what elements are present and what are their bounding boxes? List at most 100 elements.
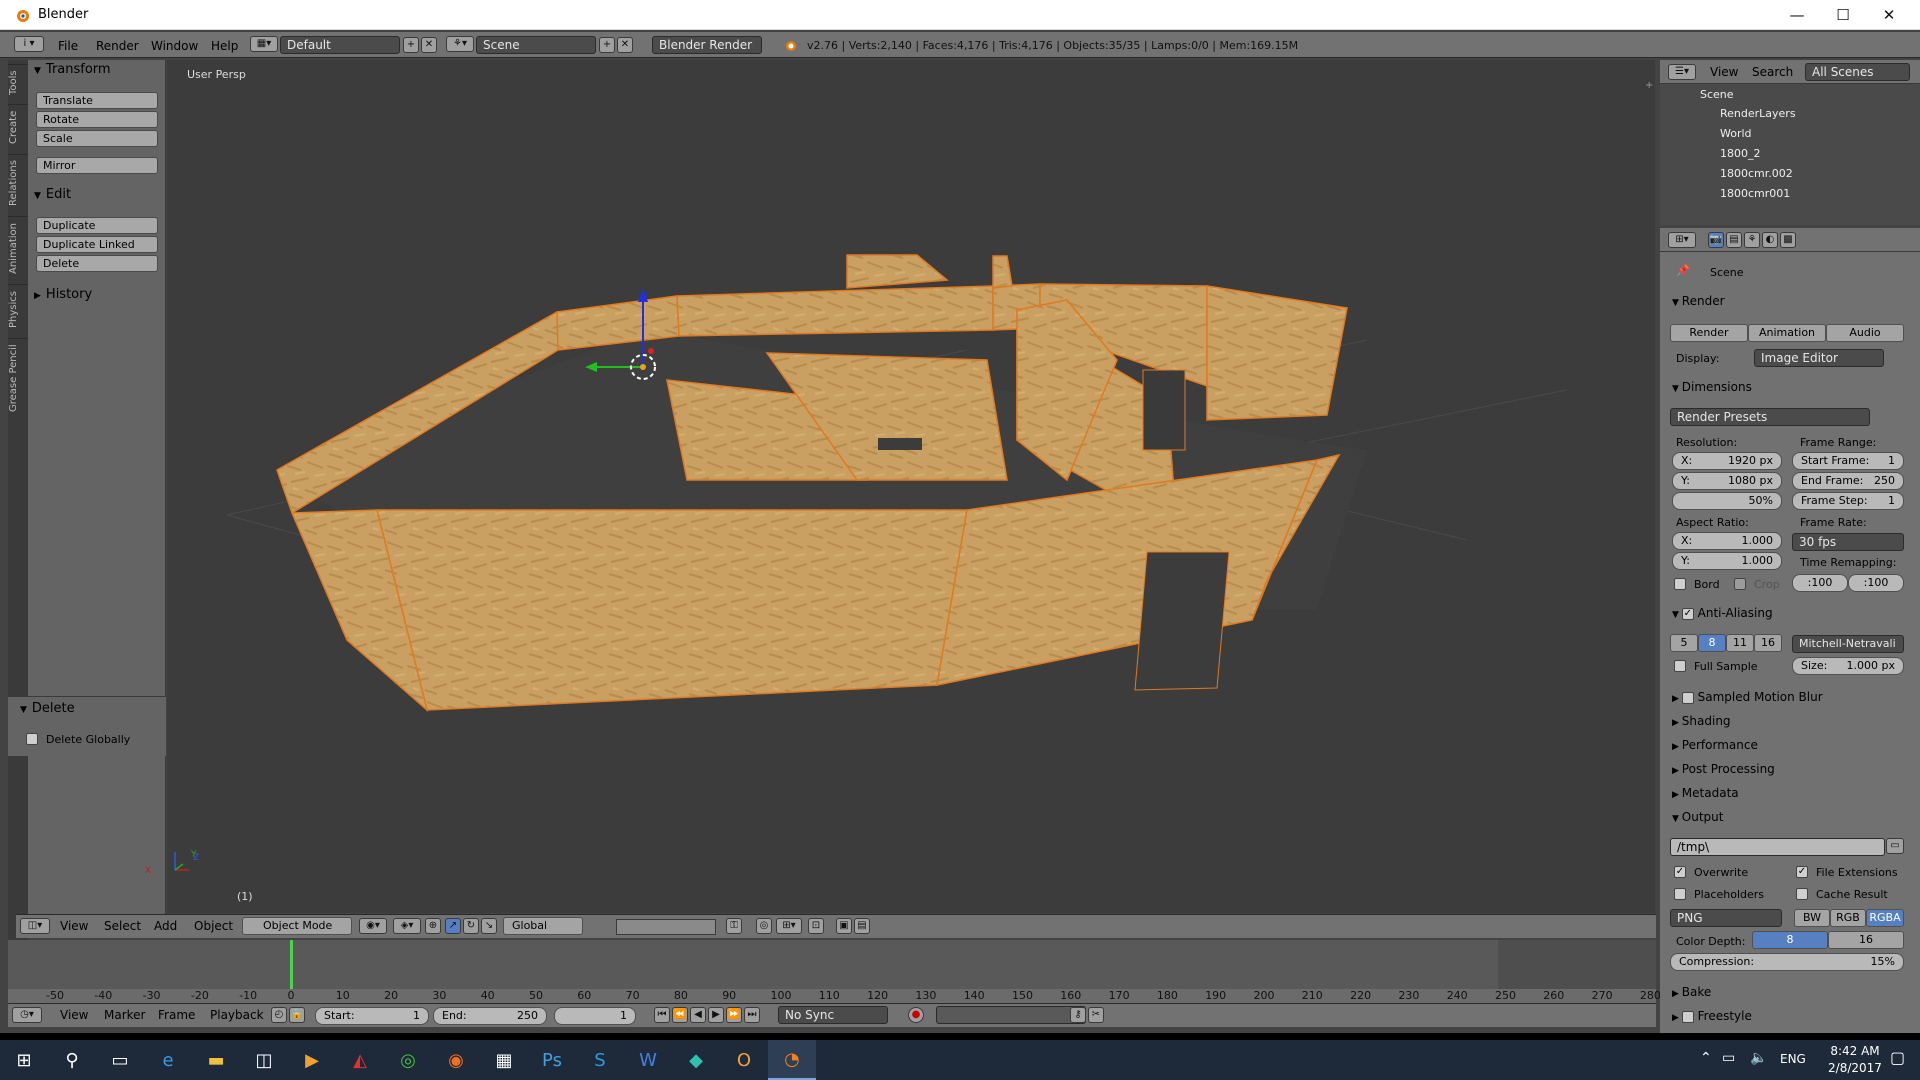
mirror-button[interactable]: Mirror bbox=[36, 157, 158, 174]
time-remap-new-field[interactable]: :100 bbox=[1848, 574, 1904, 592]
edit-panel-header[interactable]: ▼ Edit bbox=[34, 187, 71, 202]
remove-scene-icon[interactable]: ✕ bbox=[617, 37, 633, 53]
timeline-menu-marker[interactable]: Marker bbox=[104, 1008, 145, 1022]
scene-field[interactable]: Scene bbox=[476, 36, 596, 54]
manipulator-toggle-icon[interactable]: ⊕ bbox=[425, 918, 441, 934]
tab-create[interactable]: Create bbox=[8, 104, 28, 150]
color-depth-8-button[interactable]: 8 bbox=[1752, 931, 1828, 949]
skype-icon[interactable]: S bbox=[576, 1040, 624, 1080]
file-explorer-icon[interactable]: ▬ bbox=[192, 1040, 240, 1080]
aa-samples-11[interactable]: 11 bbox=[1726, 634, 1754, 652]
delete-panel-header[interactable]: ▼ Delete bbox=[20, 701, 75, 716]
current-frame-field[interactable]: 1 bbox=[554, 1007, 636, 1025]
proportional-edit-icon[interactable]: ◎ bbox=[756, 918, 772, 934]
cache-result-checkbox[interactable] bbox=[1796, 888, 1808, 900]
outliner-item[interactable]: Scene bbox=[1700, 88, 1734, 101]
jump-start-icon[interactable]: ⏮ bbox=[654, 1007, 670, 1023]
scale-button[interactable]: Scale bbox=[36, 130, 158, 147]
render-layers-context-icon[interactable]: ▤ bbox=[1726, 232, 1742, 248]
menu-select[interactable]: Select bbox=[104, 919, 141, 933]
file-format-select[interactable]: PNG bbox=[1670, 909, 1782, 927]
tab-relations[interactable]: Relations bbox=[8, 154, 28, 212]
editor-type-info-icon[interactable]: i ▾ bbox=[14, 36, 44, 52]
res-x-field[interactable]: X: 1920 px bbox=[1672, 452, 1782, 470]
opengl-anim-icon[interactable]: ▤ bbox=[854, 918, 870, 934]
crop-checkbox[interactable] bbox=[1734, 578, 1746, 590]
timeline-menu-playback[interactable]: Playback bbox=[210, 1008, 264, 1022]
media-player-icon[interactable]: ▶ bbox=[288, 1040, 336, 1080]
render-engine-select[interactable]: Blender Render bbox=[652, 36, 762, 54]
dimensions-panel-header[interactable]: ▼ Dimensions bbox=[1672, 380, 1752, 394]
tab-physics[interactable]: Physics bbox=[8, 284, 28, 334]
output-panel-header[interactable]: ▼ Output bbox=[1672, 810, 1723, 824]
lock-camera-icon[interactable]: ⚿ bbox=[726, 918, 742, 934]
minimize-button[interactable]: — bbox=[1774, 0, 1820, 30]
show-hidden-icons-icon[interactable]: ⌃ bbox=[1700, 1050, 1712, 1066]
bake-panel-header[interactable]: ▶ Bake bbox=[1672, 985, 1711, 999]
timeline-menu-view[interactable]: View bbox=[60, 1008, 88, 1022]
add-layout-icon[interactable]: + bbox=[403, 37, 419, 53]
tab-grease-pencil[interactable]: Grease Pencil bbox=[8, 338, 28, 418]
pin-icon[interactable]: 📌 bbox=[1676, 264, 1690, 277]
delete-button[interactable]: Delete bbox=[36, 255, 158, 272]
file-extensions-checkbox[interactable]: ✓ bbox=[1796, 866, 1808, 878]
keying-set-field[interactable] bbox=[936, 1006, 1086, 1024]
outliner-menu-view[interactable]: View bbox=[1710, 65, 1738, 79]
rotate-button[interactable]: Rotate bbox=[36, 111, 158, 128]
delete-globally-checkbox[interactable] bbox=[26, 733, 38, 745]
display-select[interactable]: Image Editor bbox=[1754, 349, 1884, 367]
outliner-menu-search[interactable]: Search bbox=[1752, 65, 1793, 79]
placeholders-checkbox[interactable] bbox=[1674, 888, 1686, 900]
viewport-shading-icon[interactable]: ◉▾ bbox=[359, 918, 387, 934]
output-path-field[interactable]: /tmp\ bbox=[1670, 838, 1885, 856]
preview-range-icon[interactable]: ◴ bbox=[271, 1007, 287, 1023]
outliner[interactable] bbox=[1660, 60, 1920, 225]
render-context-icon[interactable]: 📷 bbox=[1708, 232, 1724, 248]
network-icon[interactable]: ▭ bbox=[1722, 1050, 1735, 1066]
screen-layout-field[interactable]: Default bbox=[280, 36, 400, 54]
editor-type-3d-icon[interactable]: ◫▾ bbox=[20, 918, 50, 934]
world-context-icon[interactable]: ◐ bbox=[1762, 232, 1778, 248]
scene-icon[interactable]: ⚘▾ bbox=[446, 36, 474, 52]
maximize-button[interactable]: ☐ bbox=[1820, 0, 1866, 30]
editor-type-outliner-icon[interactable]: ☰▾ bbox=[1668, 64, 1696, 80]
sketchup-icon[interactable]: ◆ bbox=[672, 1040, 720, 1080]
performance-panel-header[interactable]: ▶ Performance bbox=[1672, 738, 1758, 752]
clock-date[interactable]: 2/8/2017 bbox=[1826, 1061, 1884, 1075]
freestyle-checkbox[interactable] bbox=[1681, 1010, 1694, 1023]
post-processing-panel-header[interactable]: ▶ Post Processing bbox=[1672, 762, 1775, 776]
duplicate-button[interactable]: Duplicate bbox=[36, 217, 158, 234]
clock-time[interactable]: 8:42 AM bbox=[1826, 1044, 1884, 1058]
menu-help[interactable]: Help bbox=[211, 39, 238, 53]
start-button-icon[interactable]: ⊞ bbox=[0, 1040, 48, 1080]
volume-icon[interactable]: 🔈 bbox=[1750, 1050, 1767, 1066]
outliner-filter-select[interactable]: All Scenes bbox=[1805, 63, 1910, 81]
screen-layout-icon[interactable]: ▦▾ bbox=[250, 36, 278, 52]
editor-type-timeline-icon[interactable]: ◷▾ bbox=[12, 1007, 42, 1023]
render-panel-header[interactable]: ▼ Render bbox=[1672, 294, 1725, 308]
input-language[interactable]: ENG bbox=[1780, 1052, 1806, 1066]
menu-window[interactable]: Window bbox=[151, 39, 198, 53]
firefox-icon[interactable]: ◉ bbox=[432, 1040, 480, 1080]
menu-view[interactable]: View bbox=[60, 919, 88, 933]
layer-buttons[interactable] bbox=[616, 919, 716, 935]
sync-mode-select[interactable]: No Sync bbox=[778, 1006, 888, 1024]
insert-keyframe-icon[interactable]: ⚷ bbox=[1070, 1007, 1086, 1023]
color-rgb-button[interactable]: RGB bbox=[1830, 909, 1866, 927]
menu-render[interactable]: Render bbox=[96, 39, 139, 53]
calculator-icon[interactable]: ▦ bbox=[480, 1040, 528, 1080]
3d-viewport[interactable]: Y Z X (1) + bbox=[145, 60, 1655, 913]
scene-context-icon[interactable]: ⚘ bbox=[1744, 232, 1760, 248]
metadata-panel-header[interactable]: ▶ Metadata bbox=[1672, 786, 1739, 800]
color-rgba-button[interactable]: RGBA bbox=[1866, 909, 1904, 927]
aa-size-field[interactable]: Size: 1.000 px bbox=[1792, 657, 1904, 675]
opengl-render-icon[interactable]: ▣ bbox=[836, 918, 852, 934]
full-sample-checkbox[interactable] bbox=[1674, 660, 1686, 672]
rotate-manipulator-icon[interactable]: ↻ bbox=[463, 918, 479, 934]
end-frame-field[interactable]: End: 250 bbox=[433, 1007, 547, 1025]
scale-manipulator-icon[interactable]: ↘ bbox=[481, 918, 497, 934]
pivot-point-icon[interactable]: ◈▾ bbox=[393, 918, 421, 934]
jump-keyframe-back-icon[interactable]: ⏪ bbox=[672, 1007, 688, 1023]
start-frame-prop[interactable]: Start Frame: 1 bbox=[1792, 452, 1904, 470]
acrobat-icon[interactable]: ◭ bbox=[336, 1040, 384, 1080]
